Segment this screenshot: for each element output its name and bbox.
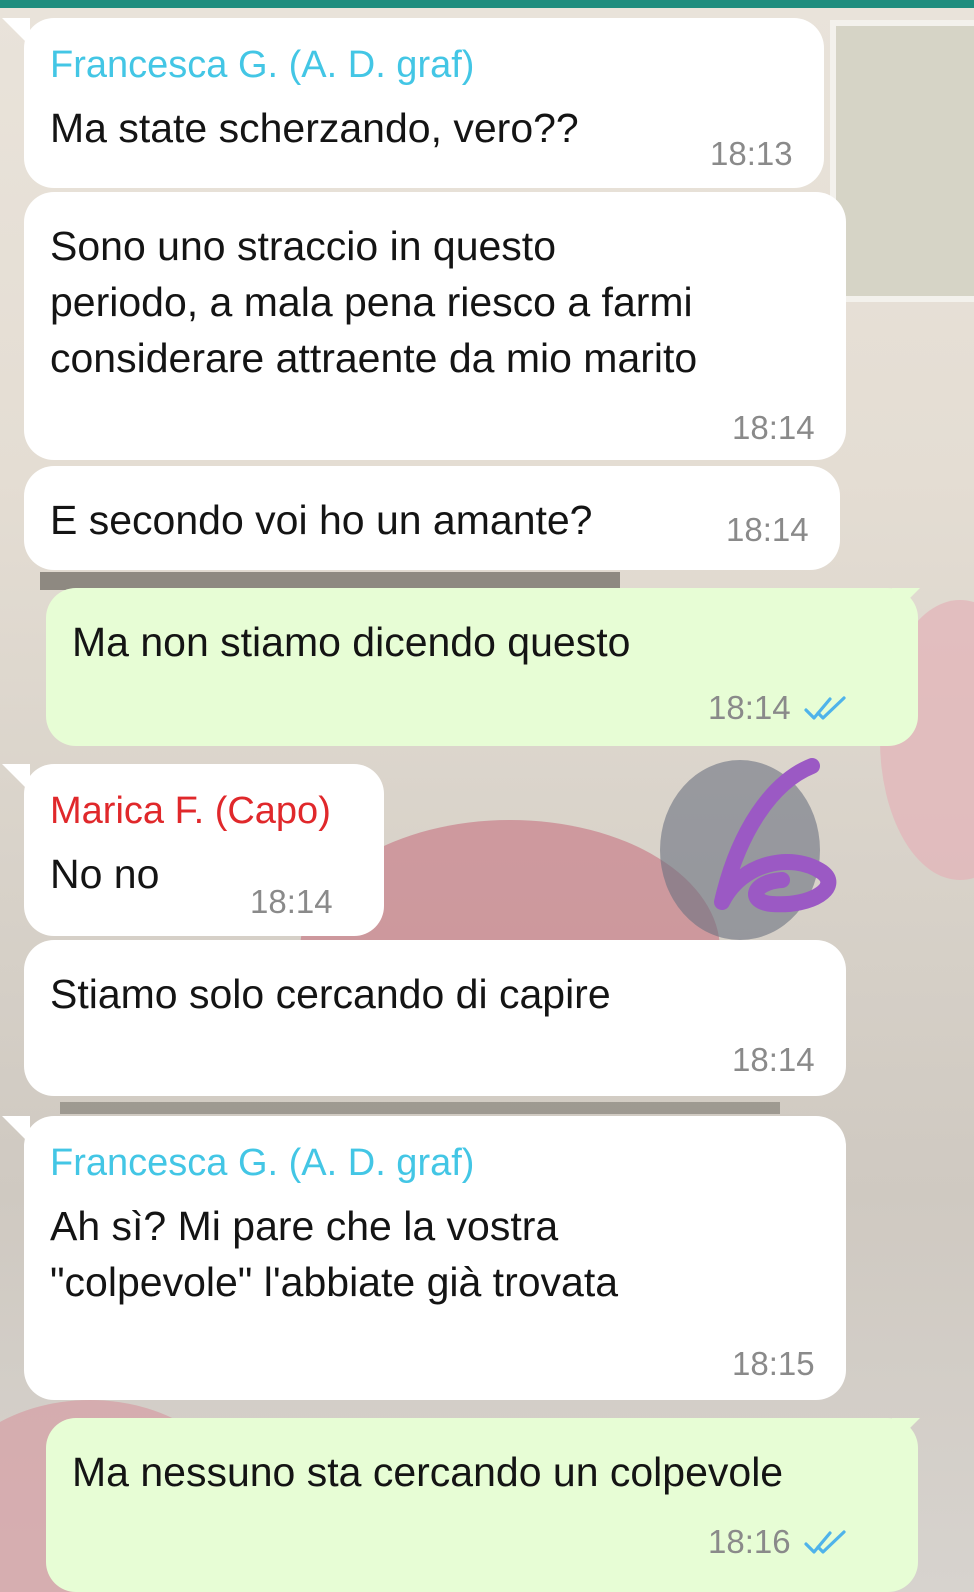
message-text: Ah sì? Mi pare che la vostra "colpevole"… xyxy=(50,1203,619,1305)
double-check-icon xyxy=(804,696,846,720)
message-text: E secondo voi ho un amante? xyxy=(50,497,593,543)
message-timestamp: 18:14 xyxy=(732,1041,815,1078)
message-timestamp: 18:14 xyxy=(726,511,809,548)
message-sender-name[interactable]: Marica F. (Capo) xyxy=(50,788,358,834)
outgoing-message-bubble[interactable]: Ma nessuno sta cercando un colpevole 18:1… xyxy=(46,1418,920,1592)
incoming-message-bubble[interactable]: Francesca G. (A. D. graf) Ma state scherz… xyxy=(2,18,824,188)
incoming-message-bubble[interactable]: Francesca G. (A. D. graf) Ah sì? Mi pare … xyxy=(2,1116,846,1400)
handwritten-scribble xyxy=(714,758,837,913)
bubble-tail xyxy=(2,764,30,792)
message-timestamp: 18:13 xyxy=(710,135,793,172)
bubble-tail xyxy=(2,18,30,46)
incoming-message-bubble[interactable]: Stiamo solo cercando di capire 18:14 xyxy=(24,940,846,1096)
incoming-message-bubble[interactable]: Sono uno straccio in questo periodo, a m… xyxy=(24,192,846,460)
outgoing-message-bubble[interactable]: Ma non stiamo dicendo questo 18:14 xyxy=(46,588,920,746)
incoming-message-bubble[interactable]: Marica F. (Capo) No no 18:14 xyxy=(2,764,384,936)
wallpaper-window xyxy=(830,20,974,302)
bubble-tail xyxy=(2,1116,30,1144)
message-timestamp: 18:16 xyxy=(708,1523,791,1560)
incoming-message-bubble[interactable]: E secondo voi ho un amante? 18:14 xyxy=(24,466,840,570)
message-text: Stiamo solo cercando di capire xyxy=(50,971,611,1017)
message-text: Ma non stiamo dicendo questo xyxy=(72,619,631,665)
bubble-tail xyxy=(892,588,920,616)
message-timestamp: 18:14 xyxy=(708,689,791,726)
wallpaper-shelf xyxy=(60,1102,780,1114)
message-timestamp: 18:14 xyxy=(732,409,815,446)
message-text: Ma nessuno sta cercando un colpevole xyxy=(72,1449,784,1495)
bubble-tail xyxy=(892,1418,920,1446)
message-timestamp: 18:14 xyxy=(250,883,333,920)
message-sender-name[interactable]: Francesca G. (A. D. graf) xyxy=(50,42,798,88)
message-timestamp: 18:15 xyxy=(732,1345,815,1382)
message-text: Sono uno straccio in questo periodo, a m… xyxy=(50,223,698,381)
double-check-icon xyxy=(804,1530,846,1554)
message-sender-name[interactable]: Francesca G. (A. D. graf) xyxy=(50,1140,820,1186)
status-bar-strip xyxy=(0,0,974,8)
message-text: Ma state scherzando, vero?? xyxy=(50,105,579,151)
